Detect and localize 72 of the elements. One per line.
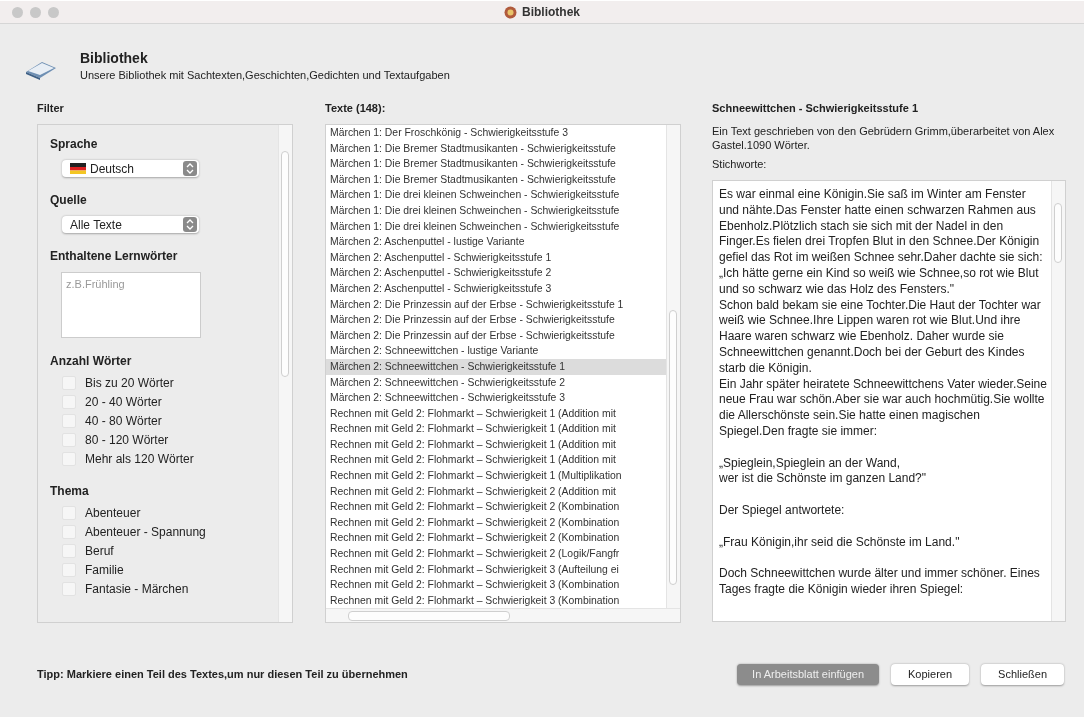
checkbox-label: Bis zu 20 Wörter [85, 375, 174, 390]
horizontal-scrollbar[interactable] [326, 608, 680, 622]
list-item[interactable]: Märchen 1: Die Bremer Stadtmusikanten - Schwierigkeitsstufe [326, 140, 666, 157]
action-button[interactable]: Schließen [981, 663, 1064, 685]
list-item[interactable]: Rechnen mit Geld 2: Flohmarkt – Schwierigkeit 2 (Addition mit [326, 483, 666, 500]
list-item[interactable]: Rechnen mit Geld 2: Flohmarkt – Schwierigkeit 1 (Multiplikation [326, 468, 666, 484]
list-item[interactable]: Märchen 1: Die drei kleinen Schweinchen - Schwierigkeitsstufe [326, 187, 666, 203]
flag-icon [70, 163, 86, 174]
list-item[interactable]: Rechnen mit Geld 2: Flohmarkt – Schwierigkeit 1 (Addition mit [326, 452, 666, 469]
dropdown-arrows-icon [183, 161, 197, 176]
source-dropdown[interactable]: Alle Texte [62, 216, 199, 233]
list-item[interactable]: Märchen 1: Die drei kleinen Schweinchen - Schwierigkeitsstufe [326, 218, 666, 235]
app-icon [504, 5, 517, 19]
minimize-button[interactable] [30, 6, 41, 18]
list-item[interactable]: Märchen 1: Der Froschkönig - Schwierigkeitsstufe 3 [326, 125, 666, 141]
close-button[interactable] [12, 6, 23, 18]
keywords-label: Stichworte: [712, 158, 768, 172]
checkbox-label: Beruf [85, 543, 114, 558]
zoom-button[interactable] [48, 6, 59, 18]
filter-heading: Filter [37, 102, 65, 116]
dropdown-arrows-icon [183, 217, 197, 232]
list-item[interactable]: Märchen 2: Die Prinzessin auf der Erbse - Schwierigkeitsstufe [326, 312, 666, 328]
section-label: Thema [50, 484, 90, 498]
action-button[interactable]: Kopieren [891, 663, 970, 685]
window-title: Bibliothek [522, 5, 580, 19]
checkbox-label: Abenteuer [85, 505, 141, 520]
checkbox-label: 80 - 120 Wörter [85, 432, 169, 447]
section-label: Sprache [50, 137, 99, 151]
list-item[interactable]: Märchen 2: Schneewittchen - Schwierigkeitsstufe 2 [326, 374, 666, 391]
list-item[interactable]: Rechnen mit Geld 2: Flohmarkt – Schwierigkeit 3 (Kombination [326, 577, 666, 593]
scrollbar[interactable] [1051, 181, 1065, 621]
checkbox-label: Familie [85, 562, 124, 577]
list-item[interactable]: Märchen 2: Aschenputtel - Schwierigkeitsstufe 1 [326, 249, 666, 266]
words-field[interactable]: z.B.Frühling [61, 272, 201, 338]
section-label: Enthaltene Lernwörter [50, 249, 179, 263]
list-item[interactable]: Märchen 2: Aschenputtel - lustige Variante [326, 234, 666, 250]
checkbox-label: Fantasie - Märchen [85, 581, 189, 596]
checkbox-label: Mehr als 120 Wörter [85, 451, 194, 466]
list-item[interactable]: Rechnen mit Geld 2: Flohmarkt – Schwierigkeit 2 (Logik/Fangfr [326, 546, 666, 562]
list-item[interactable]: Rechnen mit Geld 2: Flohmarkt – Schwierigkeit 2 (Kombination [326, 530, 666, 547]
list-item[interactable]: Märchen 2: Schneewittchen - lustige Variante [326, 343, 666, 359]
list-item[interactable]: Märchen 1: Die Bremer Stadtmusikanten - Schwierigkeitsstufe [326, 156, 666, 172]
list-item[interactable]: Märchen 2: Aschenputtel - Schwierigkeitsstufe 2 [326, 265, 666, 281]
list-item[interactable]: Rechnen mit Geld 2: Flohmarkt – Schwierigkeit 1 (Addition mit [326, 405, 666, 422]
list-item[interactable]: Rechnen mit Geld 2: Flohmarkt – Schwierigkeit 3 (Aufteilung ei [326, 561, 666, 578]
list-item[interactable]: Rechnen mit Geld 2: Flohmarkt – Schwierigkeit 2 (Kombination [326, 499, 666, 515]
checkbox-label: 40 - 80 Wörter [85, 413, 162, 428]
list-item[interactable]: Märchen 2: Die Prinzessin auf der Erbse - Schwierigkeitsstufe [326, 327, 666, 344]
language-dropdown[interactable]: Deutsch [62, 160, 199, 177]
scrollbar[interactable] [278, 125, 292, 622]
section-label: Anzahl Wörter [50, 354, 133, 368]
list-item[interactable]: Märchen 2: Aschenputtel - Schwierigkeitsstufe 3 [326, 280, 666, 297]
section-label: Quelle [50, 193, 88, 207]
list-item[interactable]: Märchen 1: Die Bremer Stadtmusikanten - Schwierigkeitsstufe [326, 171, 666, 188]
list-item[interactable]: Märchen 1: Die drei kleinen Schweinchen - Schwierigkeitsstufe [326, 202, 666, 219]
description: Ein Text geschrieben von den Gebrüdern Grimm,überarbeitet von Alex Gastel.1090 Wörter. [712, 124, 1056, 153]
list-item[interactable]: Märchen 2: Schneewittchen - Schwierigkeitsstufe 1 [326, 358, 666, 375]
list-item[interactable]: Rechnen mit Geld 2: Flohmarkt – Schwierigkeit 2 (Kombination [326, 514, 666, 531]
tip-text: Tipp: Markiere einen Teil des Textes,um nur diesen Teil zu übernehmen [37, 668, 408, 680]
list-item[interactable]: Rechnen mit Geld 2: Flohmarkt – Schwierigkeit 3 (Kombination [326, 592, 666, 608]
scrollbar[interactable] [666, 125, 680, 608]
checkbox-label: 20 - 40 Wörter [85, 394, 162, 409]
list-item[interactable]: Rechnen mit Geld 2: Flohmarkt – Schwierigkeit 1 (Addition mit [326, 421, 666, 437]
header-title: Bibliothek [80, 50, 149, 66]
detail-title: Schneewittchen - Schwierigkeitsstufe 1 [712, 102, 919, 116]
list-item[interactable]: Rechnen mit Geld 2: Flohmarkt – Schwierigkeit 1 (Addition mit [326, 436, 666, 453]
list-item[interactable]: Märchen 2: Die Prinzessin auf der Erbse - Schwierigkeitsstufe 1 [326, 296, 666, 313]
checkbox-label: Abenteuer - Spannung [85, 524, 206, 539]
list-item[interactable]: Märchen 2: Schneewittchen - Schwierigkeitsstufe 3 [326, 390, 666, 406]
texts-heading: Texte (148): [325, 102, 387, 116]
story-text: Es war einmal eine Königin.Sie saß im Winter am Fenster und nähte.Das Fenster hatte einen schwarzen Rahmen aus Ebenholz.Plötzlich stach sie sich mit der Nadel in den Finger.Es fielen drei Tropfen Blut in den Schnee.Der Königin gefiel das Rot im weißen Schnee sehr.Daher dachte sie sich: „Ich hätte gerne ein Kind so weiß wie Schnee,so rot wie Blut und so schwarz wie das Holz des Fensters." Schon bald bekam sie eine Tochter.Die Haut der Tochter war weiß wie Schnee.Ihre Lippen waren rot wie Blut.Und ihre Haare waren schwarz wie Ebenholz. Daher wurde sie Schneewittchen genannt.Doch bei der Geburt des Kindes starb die Königin. Ein Jahr später heiratete Schneewittchens Vater wieder.Seine neue Frau war schön.Aber sie war auch hochmütig.Sie wollte die Allerschönste sein.Sie hatte einen magischen Spiegel.Den fragte sie immer: „Spieglein,Spieglein an der Wand, wer ist die Schönste im ganzen Land?" Der Spiegel antwortete: „Frau Königin,ihr seid die Schönste im Land." Doch Schneewittchen wurde älter und immer schöner. Eines Tages fragte die Königin wieder ihren Spiegel: [718, 186, 1048, 598]
header-subtitle: Unsere Bibliothek mit Sachtexten,Geschichten,Gedichten und Textaufgaben [80, 69, 450, 81]
